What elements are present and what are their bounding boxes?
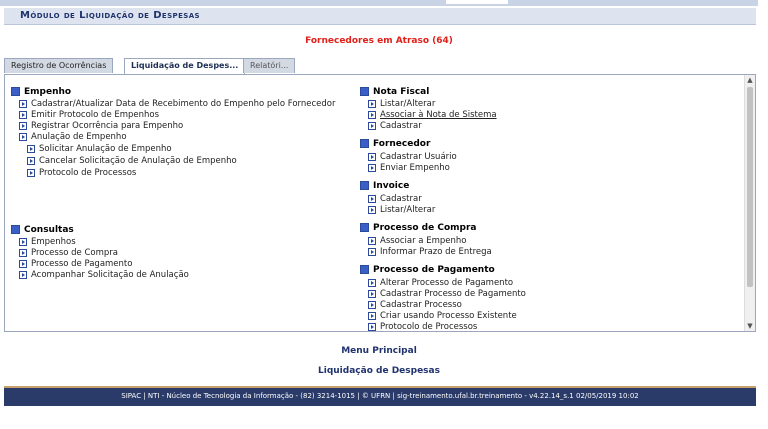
liquidacao-link[interactable]: Liquidação de Despesas <box>0 366 758 376</box>
arrow-box-icon <box>368 121 376 130</box>
section-fornecedor: Fornecedor <box>360 139 430 149</box>
menu-item[interactable]: Processo de Compra <box>19 248 118 258</box>
arrow-box-icon <box>368 300 376 309</box>
menu-item[interactable]: Empenhos <box>19 237 76 247</box>
section-square-icon <box>360 265 369 274</box>
top-strip <box>0 0 758 6</box>
menu-item[interactable]: Associar a Empenho <box>368 236 466 246</box>
section-empenho: Empenho <box>11 87 71 97</box>
arrow-box-icon <box>19 121 27 130</box>
arrow-box-icon <box>368 163 376 172</box>
menu-item[interactable]: Registrar Ocorrência para Empenho <box>19 121 183 131</box>
menu-item[interactable]: Criar usando Processo Existente <box>368 311 517 321</box>
arrow-box-icon <box>19 248 27 257</box>
arrow-box-icon <box>368 289 376 298</box>
menu-item[interactable]: Listar/Alterar <box>368 99 435 109</box>
arrow-box-icon <box>27 156 35 165</box>
scroll-thumb[interactable] <box>747 87 753 287</box>
arrow-box-icon <box>19 132 27 141</box>
overdue-suppliers-link[interactable]: Fornecedores em Atraso (64) <box>0 36 758 46</box>
module-header: Módulo de Liquidação de Despesas <box>4 8 756 25</box>
arrow-box-icon <box>368 99 376 108</box>
section-processo-pagamento: Processo de Pagamento <box>360 265 495 275</box>
section-consultas: Consultas <box>11 225 74 235</box>
submenu-item[interactable]: Protocolo de Processos <box>27 168 136 178</box>
section-square-icon <box>360 139 369 148</box>
arrow-box-icon <box>19 110 27 119</box>
section-nota-fiscal: Nota Fiscal <box>360 87 429 97</box>
section-invoice: Invoice <box>360 181 409 191</box>
footer-text: SIPAC | NTI - Núcleo de Tecnologia da In… <box>121 392 639 400</box>
menu-item[interactable]: Cadastrar Processo <box>368 300 462 310</box>
menu-item[interactable]: Anulação de Empenho <box>19 132 127 142</box>
menu-item[interactable]: Alterar Processo de Pagamento <box>368 278 513 288</box>
tab-relatorios[interactable]: Relatóri... <box>243 58 296 73</box>
submenu-item[interactable]: Cancelar Solicitação de Anulação de Empe… <box>27 156 237 166</box>
menu-item[interactable]: Cadastrar <box>368 194 422 204</box>
tab-liquidacao-despesas[interactable]: Liquidação de Despes... <box>124 58 246 75</box>
menu-item[interactable]: Acompanhar Solicitação de Anulação <box>19 270 189 280</box>
scroll-down-arrow-icon[interactable]: ▼ <box>745 321 755 331</box>
arrow-box-icon <box>368 322 376 331</box>
section-processo-compra: Processo de Compra <box>360 223 477 233</box>
menu-item[interactable]: Cadastrar <box>368 121 422 131</box>
section-square-icon <box>11 87 20 96</box>
arrow-box-icon <box>19 270 27 279</box>
page-title: Módulo de Liquidação de Despesas <box>20 10 200 21</box>
arrow-box-icon <box>19 99 27 108</box>
arrow-box-icon <box>368 152 376 161</box>
footer-bar: SIPAC | NTI - Núcleo de Tecnologia da In… <box>4 386 756 406</box>
arrow-box-icon <box>368 205 376 214</box>
tab-registro-ocorrencias[interactable]: Registro de Ocorrências <box>4 58 114 73</box>
menu-principal-link[interactable]: Menu Principal <box>0 346 758 356</box>
section-square-icon <box>360 181 369 190</box>
top-strip-tab <box>446 0 508 4</box>
arrow-box-icon <box>19 237 27 246</box>
arrow-box-icon <box>27 144 35 153</box>
menu-item[interactable]: Cadastrar/Atualizar Data de Recebimento … <box>19 99 336 109</box>
scroll-up-arrow-icon[interactable]: ▲ <box>745 75 755 85</box>
arrow-box-icon <box>368 311 376 320</box>
vertical-scrollbar[interactable]: ▲ ▼ <box>744 75 755 331</box>
arrow-box-icon <box>368 236 376 245</box>
arrow-box-icon <box>19 259 27 268</box>
arrow-box-icon <box>27 168 35 177</box>
menu-item[interactable]: Cadastrar Processo de Pagamento <box>368 289 526 299</box>
section-square-icon <box>360 87 369 96</box>
menu-item[interactable]: Emitir Protocolo de Empenhos <box>19 110 159 120</box>
menu-item[interactable]: Informar Prazo de Entrega <box>368 247 492 257</box>
menu-item[interactable]: Cadastrar Usuário <box>368 152 457 162</box>
menu-item[interactable]: Processo de Pagamento <box>19 259 132 269</box>
section-square-icon <box>360 223 369 232</box>
menu-item[interactable]: Listar/Alterar <box>368 205 435 215</box>
menu-content: Empenho Cadastrar/Atualizar Data de Rece… <box>5 75 743 331</box>
arrow-box-icon <box>368 247 376 256</box>
arrow-box-icon <box>368 194 376 203</box>
menu-panel: Empenho Cadastrar/Atualizar Data de Rece… <box>4 74 756 332</box>
arrow-box-icon <box>368 278 376 287</box>
menu-item[interactable]: Associar à Nota de Sistema <box>368 110 497 120</box>
menu-item[interactable]: Protocolo de Processos <box>368 322 477 331</box>
arrow-box-icon <box>368 110 376 119</box>
menu-item[interactable]: Enviar Empenho <box>368 163 450 173</box>
section-square-icon <box>11 225 20 234</box>
submenu-item[interactable]: Solicitar Anulação de Empenho <box>27 144 172 154</box>
